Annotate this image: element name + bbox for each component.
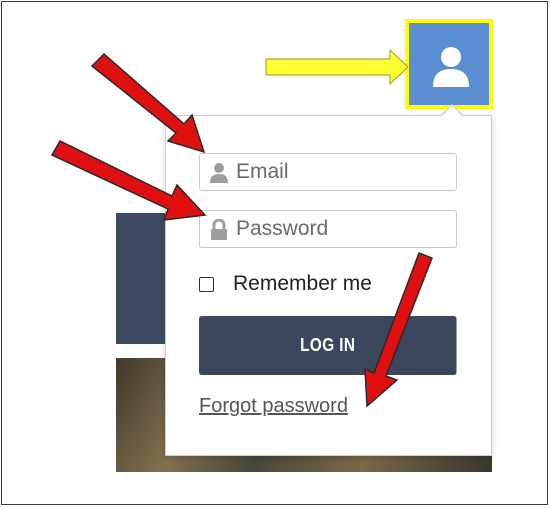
password-field[interactable] <box>236 211 450 247</box>
background-panel <box>116 213 168 344</box>
account-button[interactable] <box>405 19 493 109</box>
forgot-password-link[interactable]: Forgot password <box>199 395 348 418</box>
login-button[interactable]: LOG IN <box>199 316 457 375</box>
lock-icon <box>209 218 229 246</box>
user-icon <box>433 47 469 87</box>
email-field[interactable] <box>236 154 450 190</box>
password-field-wrapper <box>199 210 457 248</box>
remember-me-label[interactable]: Remember me <box>233 272 372 296</box>
user-icon <box>209 162 229 189</box>
remember-me-row: Remember me <box>199 272 372 296</box>
dropdown-caret <box>442 106 462 116</box>
remember-me-checkbox[interactable] <box>199 276 214 292</box>
email-field-wrapper <box>199 153 457 191</box>
